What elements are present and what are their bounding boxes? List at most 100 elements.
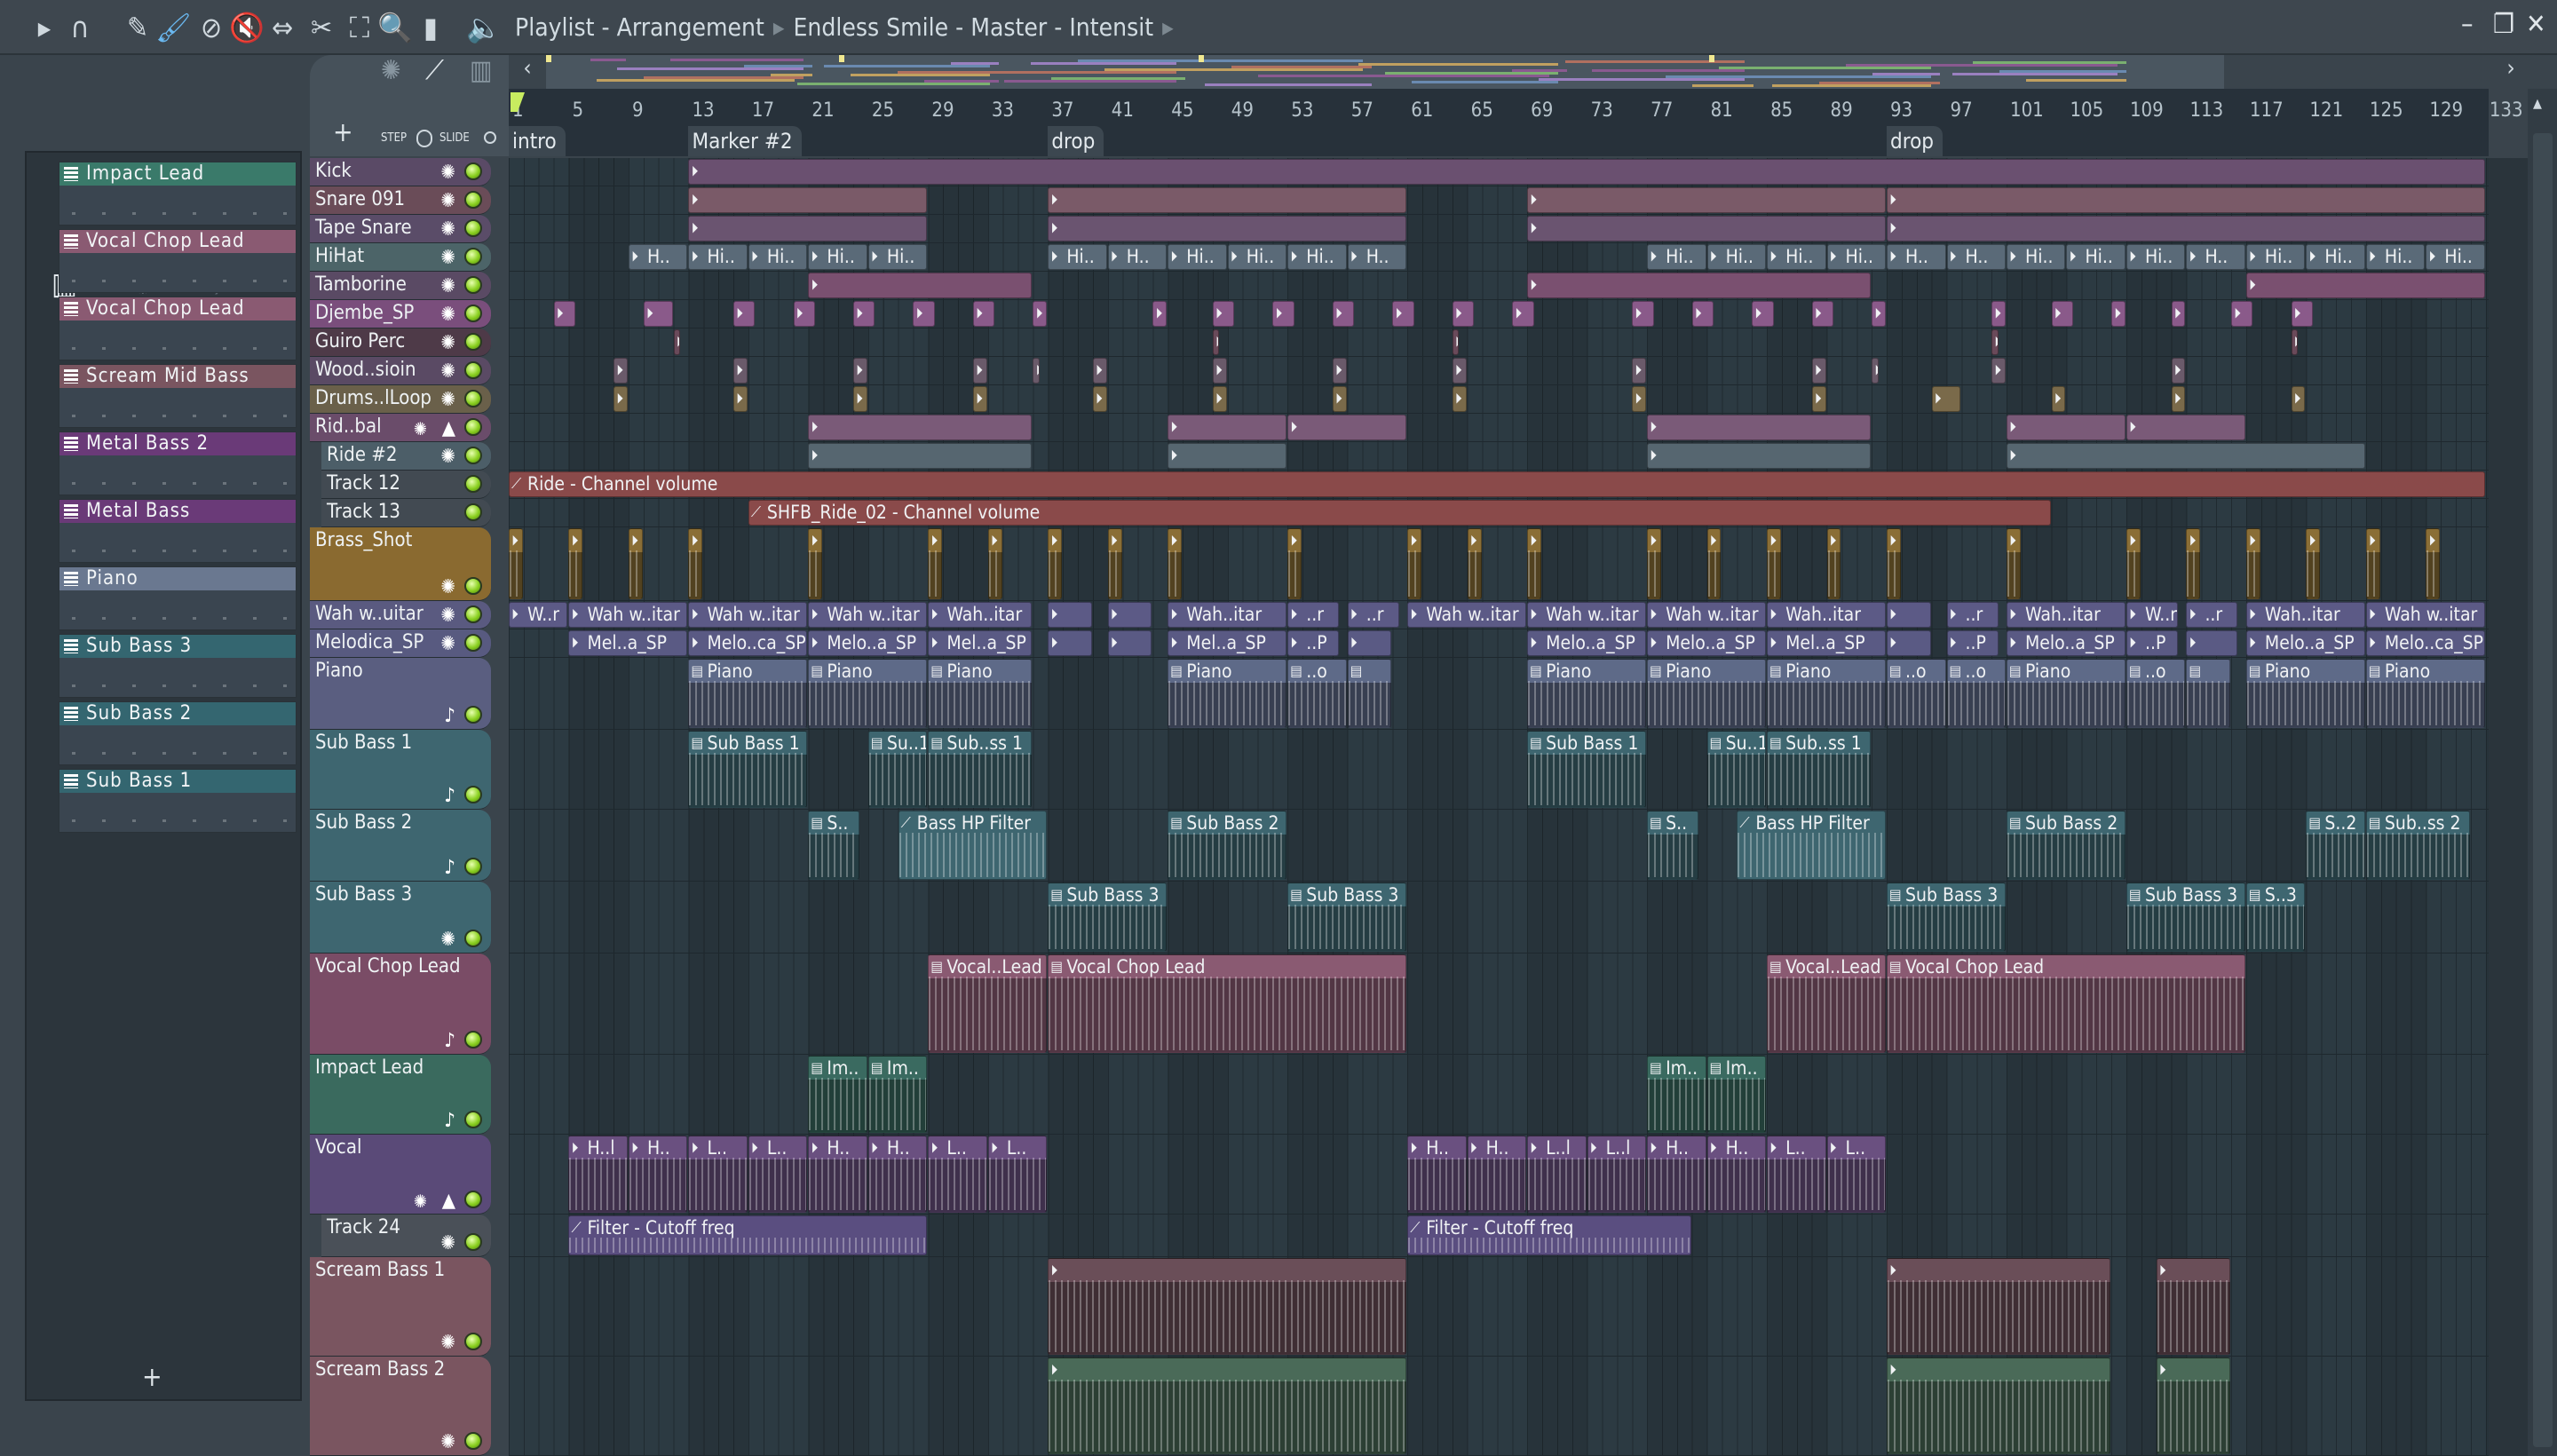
audio-clip[interactable]: ⏵ [2291, 329, 2298, 355]
audio-clip[interactable]: ⏵ [808, 443, 1033, 469]
pattern-clip[interactable]: ▤ S..3 [2245, 882, 2306, 952]
audio-clip[interactable]: ⏵ Mel..a_SP [1767, 630, 1887, 656]
audio-clip[interactable]: ⏵ [1452, 301, 1475, 327]
audio-clip[interactable]: ⏵ H..l [568, 1136, 628, 1213]
pattern-clip[interactable]: ▤ Piano [2365, 659, 2485, 728]
audio-clip[interactable]: ⏵ ..r [1347, 602, 1399, 628]
timeline-marker[interactable]: drop [1048, 126, 1104, 156]
title-pattern[interactable]: Endless Smile - Master - Intensit [794, 12, 1154, 42]
track-mute-led[interactable] [464, 191, 482, 209]
audio-clip-icon[interactable]: ✺ [381, 55, 401, 86]
track-mute-led[interactable] [464, 1191, 482, 1208]
track-header[interactable]: HiHat ✺ [310, 243, 491, 272]
waveform-icon[interactable]: ✺ [440, 218, 455, 241]
audio-clip[interactable]: ⏵ [1467, 528, 1482, 599]
audio-clip[interactable]: ⏵ Hi.. [2365, 244, 2426, 270]
audio-clip[interactable]: ⏵ [1048, 187, 1407, 213]
audio-clip[interactable]: ⏵ L.. [987, 1136, 1048, 1213]
track-mute-led[interactable] [464, 1432, 482, 1450]
audio-clip[interactable]: ⏵ [688, 216, 928, 241]
audio-clip[interactable]: ⏵ Hi.. [2426, 244, 2485, 270]
track-header[interactable]: Kick ✺ [310, 158, 491, 186]
track-mute-led[interactable] [464, 333, 482, 351]
pattern-clip[interactable]: ▤ Im.. [1647, 1056, 1706, 1133]
audio-clip[interactable]: ⏵ Wah..itar [928, 602, 1033, 628]
picker-item[interactable]: Sub Bass 1 [59, 769, 297, 834]
picker-item[interactable]: Vocal Chop Lead [59, 297, 297, 361]
audio-clip[interactable]: ⏵ [1168, 415, 1287, 440]
track-mute-led[interactable] [464, 219, 482, 237]
track-mute-led[interactable] [464, 248, 482, 265]
audio-clip[interactable]: ⏵ [1872, 301, 1887, 327]
audio-clip[interactable]: ⏵ Wah w..itar [2365, 602, 2485, 628]
pattern-clip[interactable]: ▤ Piano [808, 659, 928, 728]
pattern-clip[interactable]: ▤ Piano [928, 659, 1033, 728]
magnet-icon[interactable]: ∩ [62, 11, 98, 44]
scroll-right-button[interactable]: › [2495, 55, 2527, 89]
collapse-arrow-icon[interactable]: ▲ [442, 1190, 455, 1212]
track-row[interactable]: ⏵ ⏵ ⏵ ⏵ ⏵ ⏵ ⏵ ⏵ ⏵ ⏵ ⏵ ⏵ ⏵ ⏵ ⏵ ⏵ ⏵ ⏵ ⏵ ⏵ ⏵ ⏵ ⏵ ⏵ ⏵ ⏵ [509, 527, 2489, 601]
track-header[interactable]: Wood..sioin ✺ [310, 357, 491, 385]
timeline-marker[interactable]: intro [509, 126, 566, 156]
audio-clip[interactable]: ⏵ Hi.. [1706, 244, 1767, 270]
track-mute-led[interactable] [464, 1111, 482, 1128]
audio-clip[interactable]: ⏵ [2231, 301, 2253, 327]
pattern-clip[interactable]: ▤ Piano [1168, 659, 1287, 728]
audio-clip[interactable]: ⏵ [1767, 528, 1781, 599]
pattern-clip[interactable]: ▤ [1347, 659, 1392, 728]
audio-clip[interactable]: ⏵ Hi.. [2306, 244, 2365, 270]
audio-clip[interactable]: ⏵ L.. [748, 1136, 808, 1213]
track-row[interactable]: ▤ Sub Bass 3 ▤ Sub Bass 3 ▤ Sub Bass 3 ▤ Sub Ba… [509, 882, 2489, 954]
track-header[interactable]: Scream Bass 1 ✺ [310, 1257, 491, 1357]
track-header[interactable]: Vocal ✺ ▲ [310, 1135, 491, 1215]
audio-clip[interactable]: ⏵ Melo..a_SP [1647, 630, 1767, 656]
pattern-clip-icon[interactable]: ▥ [470, 55, 493, 86]
audio-clip[interactable]: ⏵ L.. [1826, 1136, 1887, 1213]
picker-item[interactable]: Impact Lead [59, 162, 297, 226]
audio-clip[interactable]: ⏵ [1887, 1357, 2111, 1454]
waveform-icon[interactable]: ✺ [414, 418, 427, 439]
audio-clip[interactable]: ⏵ [972, 386, 987, 412]
audio-clip[interactable]: ⏵ [2126, 415, 2245, 440]
audio-clip[interactable]: ⏵ [1048, 602, 1092, 628]
audio-clip[interactable]: ⏵ L.. [688, 1136, 748, 1213]
audio-clip[interactable]: ⏵ ..r [2186, 602, 2238, 628]
audio-clip[interactable]: ⏵ [1887, 1258, 2111, 1355]
audio-clip[interactable]: ⏵ [1527, 187, 1887, 213]
pattern-clip[interactable]: ▤ Sub Bass 3 [2126, 882, 2245, 952]
track-mute-led[interactable] [464, 305, 482, 322]
track-header[interactable]: Sub Bass 3 ✺ [310, 882, 491, 954]
track-row[interactable]: ▤ Sub Bass 1 ▤ Su..1 ▤ Sub..ss 1 ▤ Sub Bass 1 ▤ S… [509, 730, 2489, 810]
picker-item[interactable]: Metal Bass 2 [59, 431, 297, 496]
picker-item[interactable]: Vocal Chop Lead [59, 229, 297, 294]
track-mute-led[interactable] [464, 930, 482, 947]
audio-clip[interactable]: ⏵ [1887, 528, 1901, 599]
audio-clip[interactable]: ⏵ [913, 301, 935, 327]
audio-clip[interactable]: ⏵ [1811, 386, 1826, 412]
track-row[interactable]: ⏵ ⏵ ⏵ ⏵ [509, 442, 2489, 471]
audio-clip[interactable]: ⏵ [853, 386, 867, 412]
audio-clip[interactable]: ⏵ [987, 528, 1002, 599]
track-header[interactable]: Djembe_SP ✺ [310, 300, 491, 328]
audio-clip[interactable]: ⏵ Hi.. [748, 244, 808, 270]
pattern-clip[interactable]: ▤ Sub..ss 1 [928, 731, 1033, 808]
audio-clip[interactable]: ⏵ L.. [928, 1136, 987, 1213]
audio-clip[interactable]: ⏵ [1332, 358, 1347, 384]
automation-clip-icon[interactable]: ⟋ [425, 55, 444, 86]
audio-clip[interactable]: ⏵ H.. [867, 1136, 928, 1213]
pattern-clip[interactable]: ▤ Vocal..Lead [928, 954, 1048, 1053]
track-row[interactable]: ⏵ ⏵ ⏵ ⏵ ⏵ ⏵ ⏵ ⏵ ⏵ ⏵ ⏵ ⏵ ⏵ ⏵ [509, 385, 2489, 414]
audio-clip[interactable]: ⏵ H.. [808, 1136, 867, 1213]
audio-clip[interactable]: ⏵ [1826, 528, 1841, 599]
audio-clip[interactable]: ⏵ [733, 386, 748, 412]
track-row[interactable]: ⏵ ⏵ ⏵ ⏵ [509, 215, 2489, 243]
audio-clip[interactable]: ⏵ Hi.. [2007, 244, 2066, 270]
audio-clip[interactable]: ⏵ [972, 301, 995, 327]
audio-clip[interactable]: ⏵ W..r [509, 602, 568, 628]
picker-item[interactable]: Metal Bass [59, 499, 297, 564]
audio-clip[interactable]: ⏵ [1033, 358, 1040, 384]
audio-clip[interactable]: ⏵ [1632, 358, 1647, 384]
audio-clip[interactable]: ⏵ H.. [1887, 244, 1946, 270]
audio-clip[interactable]: ⏵ [1452, 386, 1467, 412]
slide-toggle[interactable] [484, 131, 496, 144]
